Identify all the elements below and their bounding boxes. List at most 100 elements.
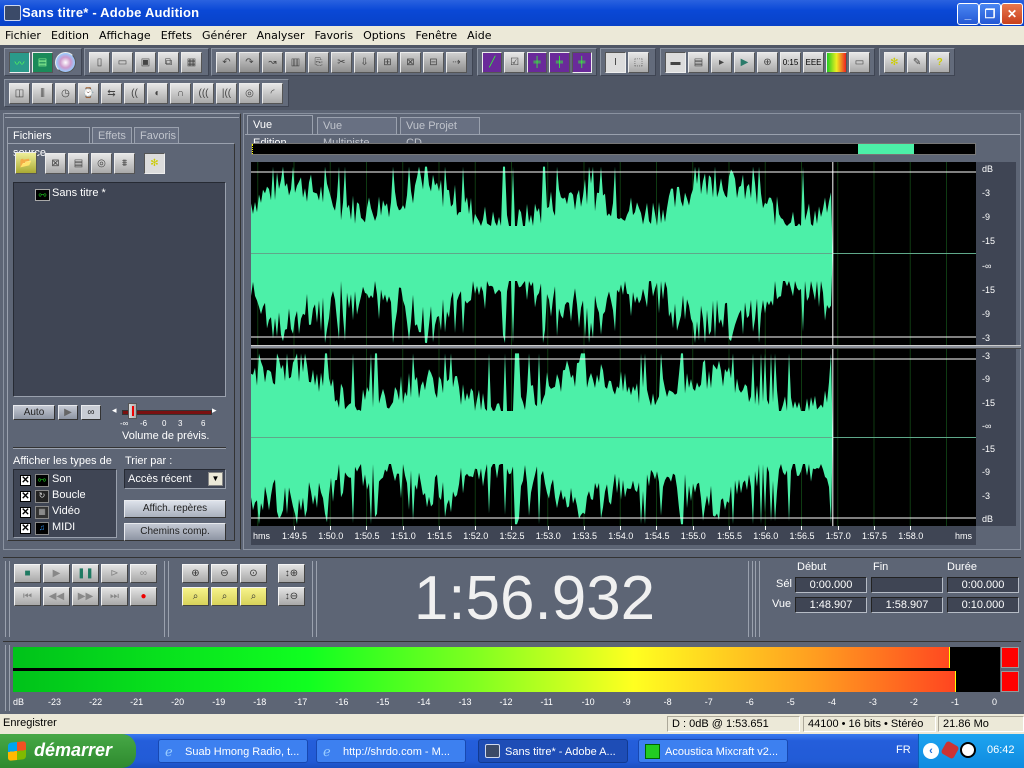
tab-vue-multipiste[interactable]: Vue Multipiste (317, 117, 397, 149)
task-mixcraft[interactable]: Acoustica Mixcraft v2... (638, 739, 788, 763)
auto-play-button[interactable]: Auto (13, 405, 55, 420)
checkbox-boucle[interactable]: ✕ (20, 491, 31, 502)
zoom-full-button[interactable]: ⊙ (240, 564, 267, 583)
close-file-button[interactable]: ⊠ (45, 153, 66, 174)
eq-icon[interactable]: ∩ (170, 82, 191, 104)
tab-vue-edition[interactable]: Vue Edition (247, 115, 313, 149)
noise-icon[interactable]: ((( (193, 82, 214, 104)
chevron-down-icon[interactable]: ▼ (208, 472, 223, 486)
start-button[interactable]: démarrer (0, 734, 136, 768)
minimize-button[interactable]: _ (957, 3, 979, 25)
go-end-button[interactable]: ⏭ (101, 587, 128, 606)
sample-type-icon[interactable]: ☑ (504, 51, 525, 73)
open-file-icon[interactable]: ▭ (112, 51, 133, 73)
meter-grip[interactable] (5, 645, 10, 711)
preview-play-button[interactable]: ▶ (58, 405, 78, 420)
zoom-out-vertical-button[interactable]: ↕⊖ (278, 587, 305, 606)
insert-cd-button[interactable]: ◎ (91, 153, 112, 174)
options-button[interactable]: ✻ (144, 153, 165, 174)
panda-icon[interactable] (960, 742, 976, 758)
save-icon[interactable]: ▣ (135, 51, 156, 73)
multitrack-view-icon[interactable]: ▤ (32, 51, 53, 73)
envelope-icon[interactable]: ⫼ (32, 82, 53, 104)
loop-button[interactable]: ∞ (130, 564, 157, 583)
go-start-button[interactable]: ⏮ (14, 587, 41, 606)
amplitude-icon[interactable]: ◫ (9, 82, 30, 104)
zoom-in-button[interactable]: ⊕ (182, 564, 209, 583)
sort-select[interactable]: Accès récent ▼ (124, 469, 226, 489)
channel-divider[interactable] (251, 345, 1021, 349)
checkbox-son[interactable]: ✕ (20, 475, 31, 486)
import-file-icon[interactable]: 📂 (15, 152, 37, 174)
new-file-icon[interactable]: ▯ (89, 51, 110, 73)
panel-grip[interactable] (5, 113, 239, 118)
snap-icon[interactable]: ╪ (571, 51, 593, 73)
spectral-view-icon[interactable]: ╱ (482, 51, 503, 73)
repeat-last-icon[interactable]: ↝ (262, 51, 283, 73)
window-organizer-icon[interactable]: ▬ (665, 51, 686, 73)
copy-to-new-icon[interactable]: ▥ (285, 51, 306, 73)
stop-button[interactable]: ■ (14, 564, 41, 583)
restore-button[interactable]: ❐ (979, 3, 1001, 25)
menu-affichage[interactable]: Affichage (94, 26, 156, 45)
tab-vue-projet-cd[interactable]: Vue Projet CD (400, 117, 480, 149)
close-button[interactable]: ✕ (1001, 3, 1023, 25)
slider-left-arrow[interactable]: ◂ (112, 405, 117, 416)
menu-edition[interactable]: Edition (46, 26, 94, 45)
language-indicator[interactable]: FR (896, 744, 911, 756)
show-markers-button[interactable]: Affich. repères (124, 500, 226, 518)
time-window-icon[interactable]: 0:15 (780, 51, 801, 73)
paste-mix-icon[interactable]: ⊞ (377, 51, 398, 73)
zoom-out-button[interactable]: ⊖ (211, 564, 238, 583)
mute-icon[interactable]: ⊟ (423, 51, 444, 73)
level-meter-icon[interactable] (826, 51, 847, 73)
timeline-ruler[interactable]: 1:49.5 1:50.0 1:50.5 1:51.0 1:51.5 1:52.0 1:52… (251, 526, 976, 545)
time-grip[interactable] (312, 561, 317, 637)
volume-slider-thumb[interactable] (128, 403, 137, 419)
view-end-field[interactable]: 1:58.907 (871, 597, 943, 613)
zoom-grip[interactable] (164, 561, 169, 637)
menu-effets[interactable]: Effets (156, 26, 197, 45)
settings-icon[interactable]: ✻ (884, 51, 905, 73)
zoom-selection-left-button[interactable]: ⌕ (182, 587, 209, 606)
zoom-in-vertical-button[interactable]: ↕⊕ (278, 564, 305, 583)
clip-indicator-right[interactable] (1001, 671, 1019, 692)
selection-grip[interactable] (748, 561, 753, 637)
chorus-icon[interactable]: ◎ (239, 82, 260, 104)
fast-forward-button[interactable]: ▶▶ (72, 587, 99, 606)
redo-icon[interactable]: ↷ (239, 51, 260, 73)
edit-view-icon[interactable]: 〰 (9, 51, 30, 73)
sel-start-field[interactable]: 0:00.000 (795, 577, 867, 593)
overview-view-range[interactable] (857, 144, 914, 154)
echo-icon[interactable]: |(( (216, 82, 237, 104)
zoom-window-icon[interactable]: ⊕ (757, 51, 778, 73)
rewind-button[interactable]: ◀◀ (43, 587, 70, 606)
record-button[interactable]: ● (130, 587, 157, 606)
zoom-selection-button[interactable]: ⌕ (211, 587, 238, 606)
save-all-icon[interactable]: ⧉ (158, 51, 179, 73)
time-selection-icon[interactable]: I (605, 51, 626, 73)
paste-icon[interactable]: ⇩ (354, 51, 375, 73)
menu-generer[interactable]: Générer (197, 26, 252, 45)
stretch-icon[interactable]: ◷ (55, 82, 76, 104)
cue-list-icon[interactable]: ▤ (688, 51, 709, 73)
tab-fichiers-source[interactable]: Fichiers source (7, 127, 90, 159)
zoom-selection-right-button[interactable]: ⌕ (240, 587, 267, 606)
preview-loop-button[interactable]: ∞ (81, 405, 101, 420)
tab-favoris[interactable]: Favoris (134, 127, 179, 144)
selection-window-icon[interactable]: EEE (803, 51, 824, 73)
help-icon[interactable]: ? (929, 51, 951, 73)
copy-icon[interactable]: ⎘ (308, 51, 329, 73)
checkbox-midi[interactable]: ✕ (20, 523, 31, 534)
menu-fichier[interactable]: Fichier (0, 26, 46, 45)
slider-right-arrow[interactable]: ▸ (212, 405, 217, 416)
menu-aide[interactable]: Aide (462, 26, 496, 45)
status-bar-icon[interactable]: ▭ (849, 51, 870, 73)
menu-options[interactable]: Options (358, 26, 410, 45)
clip-indicator-left[interactable] (1001, 647, 1019, 668)
trim-icon[interactable]: ⊠ (400, 51, 421, 73)
cd-view-icon[interactable] (55, 51, 76, 73)
waveform-display[interactable] (251, 162, 976, 526)
view-duration-field[interactable]: 0:10.000 (947, 597, 1019, 613)
transport-icon[interactable]: ▶ (734, 51, 755, 73)
